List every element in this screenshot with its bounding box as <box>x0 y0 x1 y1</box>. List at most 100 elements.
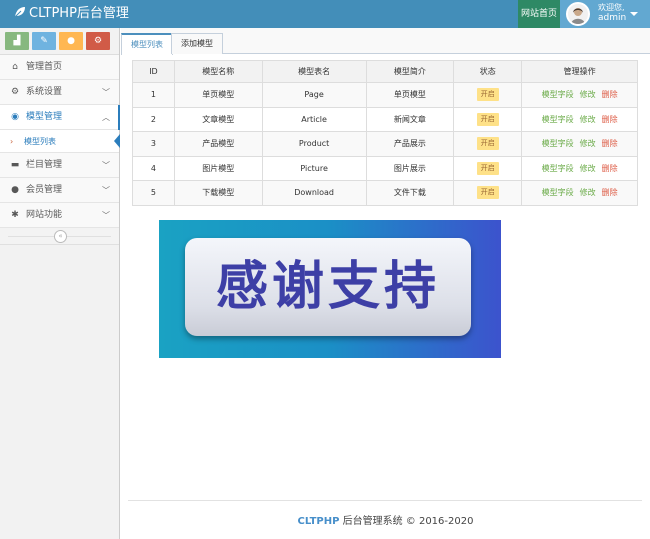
column-header-intro: 模型简介 <box>365 60 455 83</box>
delete-link[interactable]: 删除 <box>602 163 618 174</box>
cell-intro: 图片展示 <box>365 155 455 181</box>
cell-actions: 模型字段 修改 删除 <box>521 106 638 132</box>
cell-table: Product <box>261 131 367 157</box>
cell-intro: 产品展示 <box>365 131 455 157</box>
status-badge[interactable]: 开启 <box>476 186 499 200</box>
top-navbar: CLTPHP后台管理 网站首页 欢迎您, admin <box>0 0 650 28</box>
status-badge[interactable]: 开启 <box>476 161 499 175</box>
sidebar-item-label: 模型管理 <box>26 112 63 122</box>
footer-text: 后台管理系统 © 2016-2020 <box>339 516 474 527</box>
cell-id: 2 <box>132 106 175 132</box>
avatar <box>566 2 590 26</box>
footer-divider <box>128 500 642 501</box>
active-pointer <box>114 134 120 148</box>
cell-intro: 文件下载 <box>365 180 455 206</box>
cogs-icon: ⚙ <box>10 87 20 97</box>
edit-link[interactable]: 修改 <box>580 163 596 174</box>
cell-actions: 模型字段 修改 删除 <box>521 155 638 181</box>
chevron-down-icon: ﹀ <box>102 186 110 195</box>
sidebar: ▟ ✎ ● ⚙ ⌂ 管理首页 ⚙ 系统设置 ﹀ ◉ 模型管理 ︿ › 模型列表 ▬ 栏… <box>0 28 120 539</box>
status-badge[interactable]: 开启 <box>476 88 499 102</box>
cell-id: 4 <box>132 155 175 181</box>
tab-add-model[interactable]: 添加模型 <box>171 33 223 54</box>
folder-icon: ▬ <box>10 160 20 170</box>
tab-bar: 模型列表 添加模型 <box>121 28 650 55</box>
cell-actions: 模型字段 修改 删除 <box>521 82 638 108</box>
gear-icon: ✱ <box>11 210 19 220</box>
shortcut-cogs[interactable]: ⚙ <box>86 32 110 50</box>
chevron-up-icon: ︿ <box>102 113 110 122</box>
edit-link[interactable]: 修改 <box>580 89 596 100</box>
cell-actions: 模型字段 修改 删除 <box>521 131 638 157</box>
caret-down-icon[interactable] <box>630 12 638 16</box>
edit-link[interactable]: 修改 <box>580 187 596 198</box>
home-icon: ⌂ <box>12 62 18 72</box>
cell-actions: 模型字段 修改 删除 <box>521 180 638 206</box>
username: admin <box>598 13 627 23</box>
cell-name: 文章模型 <box>173 106 263 132</box>
cell-intro: 单页模型 <box>365 82 455 108</box>
cell-intro: 新闻文章 <box>365 106 455 132</box>
sidebar-item-column-management[interactable]: ▬ 栏目管理 ﹀ <box>0 153 119 178</box>
table-row: 4 图片模型 Picture 图片展示 开启 模型字段 修改 删除 <box>132 155 638 181</box>
brand[interactable]: CLTPHP后台管理 <box>14 0 129 28</box>
delete-link[interactable]: 删除 <box>602 114 618 125</box>
sidebar-item-member-management[interactable]: ● 会员管理 ﹀ <box>0 178 119 203</box>
model-fields-link[interactable]: 模型字段 <box>542 89 574 100</box>
sidebar-subitem-model-list[interactable]: › 模型列表 <box>0 130 120 153</box>
column-header-name: 模型名称 <box>173 60 263 83</box>
cell-status: 开启 <box>453 82 523 108</box>
model-fields-link[interactable]: 模型字段 <box>542 114 574 125</box>
cell-name: 图片模型 <box>173 155 263 181</box>
site-home-link[interactable]: 网站首页 <box>518 0 560 28</box>
cell-status: 开启 <box>453 106 523 132</box>
edit-link[interactable]: 修改 <box>580 138 596 149</box>
tab-model-list[interactable]: 模型列表 <box>121 33 173 55</box>
table-row: 5 下载模型 Download 文件下载 开启 模型字段 修改 删除 <box>132 180 638 206</box>
chevron-down-icon: ﹀ <box>102 211 110 220</box>
model-fields-link[interactable]: 模型字段 <box>542 187 574 198</box>
globe-icon: ◉ <box>11 112 19 122</box>
sidebar-item-site-functions[interactable]: ✱ 网站功能 ﹀ <box>0 203 119 228</box>
sidebar-collapse-row: « <box>0 228 119 245</box>
banner-plate: 感谢支持 <box>185 238 471 336</box>
column-header-status: 状态 <box>453 60 523 83</box>
cell-id: 5 <box>132 180 175 206</box>
sidebar-item-model-management[interactable]: ◉ 模型管理 ︿ <box>0 105 120 130</box>
cell-table: Picture <box>261 155 367 181</box>
model-fields-link[interactable]: 模型字段 <box>542 163 574 174</box>
sidebar-item-system-settings[interactable]: ⚙ 系统设置 ﹀ <box>0 80 119 105</box>
pencil-icon: ✎ <box>40 36 48 46</box>
cell-id: 3 <box>132 131 175 157</box>
model-fields-link[interactable]: 模型字段 <box>542 138 574 149</box>
status-badge[interactable]: 开启 <box>476 137 499 151</box>
delete-link[interactable]: 删除 <box>602 89 618 100</box>
users-icon: ● <box>67 36 75 46</box>
brand-title: CLTPHP后台管理 <box>29 6 129 21</box>
sidebar-collapse-button[interactable]: « <box>54 230 67 243</box>
chevron-down-icon: ﹀ <box>102 161 110 170</box>
delete-link[interactable]: 删除 <box>602 138 618 149</box>
user-menu[interactable]: 欢迎您, admin <box>560 0 650 28</box>
sidebar-subitem-label: 模型列表 <box>24 137 56 146</box>
active-indicator <box>118 105 120 130</box>
sidebar-item-label: 管理首页 <box>26 62 63 72</box>
sidebar-item-dashboard[interactable]: ⌂ 管理首页 <box>0 55 119 80</box>
delete-link[interactable]: 删除 <box>602 187 618 198</box>
shortcut-users[interactable]: ● <box>59 32 83 50</box>
status-badge[interactable]: 开启 <box>476 112 499 126</box>
users-icon: ● <box>11 185 19 195</box>
caret-right-icon: › <box>10 137 14 146</box>
footer-brand: CLTPHP <box>297 516 340 527</box>
leaf-icon <box>14 7 25 18</box>
sidebar-item-label: 系统设置 <box>26 87 63 97</box>
edit-link[interactable]: 修改 <box>580 114 596 125</box>
shortcut-signal[interactable]: ▟ <box>5 32 29 50</box>
thanks-banner-image: 感谢支持 <box>159 220 501 358</box>
model-table: ID 模型名称 模型表名 模型简介 状态 管理操作 1 单页模型 Page 单页… <box>132 60 638 206</box>
cell-name: 下载模型 <box>173 180 263 206</box>
shortcut-pencil[interactable]: ✎ <box>32 32 56 50</box>
sidebar-item-label: 栏目管理 <box>26 160 63 170</box>
table-row: 3 产品模型 Product 产品展示 开启 模型字段 修改 删除 <box>132 131 638 157</box>
sidebar-item-label: 网站功能 <box>26 210 63 220</box>
